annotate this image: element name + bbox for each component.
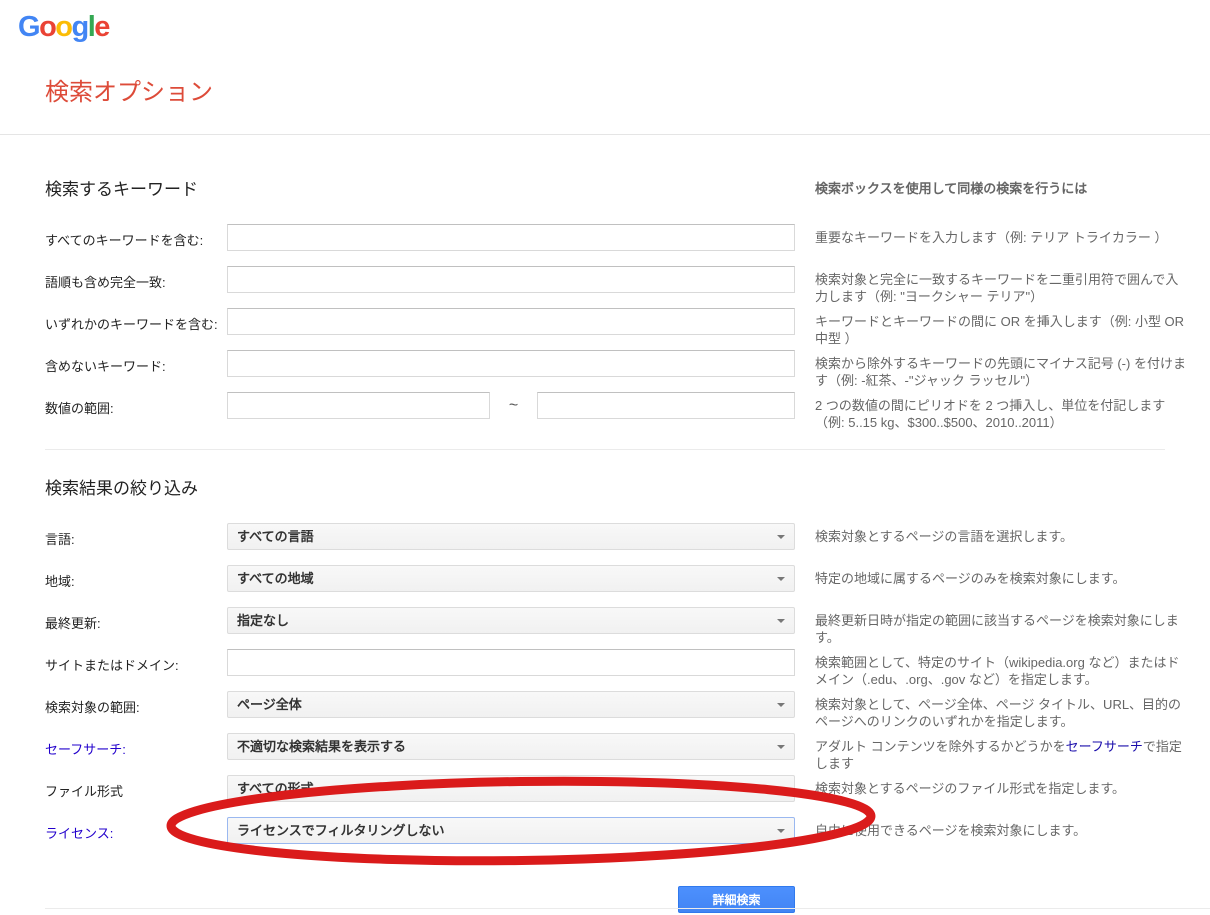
- logo-letter: o: [55, 11, 71, 43]
- field-label: いずれかのキーワードを含む:: [45, 308, 227, 333]
- row-all-keywords: すべてのキーワードを含む: 重要なキーワードを入力します（例: テリア トライカ…: [45, 224, 1210, 266]
- field-label: サイトまたはドメイン:: [45, 649, 227, 674]
- field-help: 検索範囲として、特定のサイト（wikipedia.org など）またはドメイン（…: [815, 649, 1187, 688]
- license-select[interactable]: ライセンスでフィルタリングしない: [227, 817, 795, 844]
- site-domain-input[interactable]: [227, 649, 795, 676]
- row-number-range: 数値の範囲: ~ 2 つの数値の間にピリオドを 2 つ挿入し、単位を付記します（…: [45, 392, 1210, 434]
- region-select[interactable]: すべての地域: [227, 565, 795, 592]
- safesearch-select-value: 不適切な検索結果を表示する: [237, 739, 406, 754]
- safesearch-help-link[interactable]: セーフサーチ: [1066, 739, 1143, 754]
- field-help: 検索対象とするページのファイル形式を指定します。: [815, 775, 1187, 797]
- language-select-value: すべての言語: [237, 529, 314, 544]
- chevron-down-icon: [777, 577, 785, 581]
- last-update-select-value: 指定なし: [237, 613, 289, 628]
- range-separator: ~: [490, 397, 537, 415]
- chevron-down-icon: [777, 535, 785, 539]
- chevron-down-icon: [777, 745, 785, 749]
- license-select-value: ライセンスでフィルタリングしない: [237, 823, 444, 838]
- logo-letter: G: [18, 11, 39, 43]
- logo-letter: e: [94, 11, 109, 43]
- field-help: 検索対象と完全に一致するキーワードを二重引用符で囲んで入力します（例: "ヨーク…: [815, 266, 1187, 305]
- search-scope-select-value: ページ全体: [237, 697, 302, 712]
- field-help: 自由に使用できるページを検索対象にします。: [815, 817, 1187, 839]
- row-license: ライセンス: ライセンスでフィルタリングしない 自由に使用できるページを検索対象…: [45, 817, 1210, 859]
- footer-divider: [45, 908, 1210, 909]
- section-title-refine: 検索結果の絞り込み: [45, 474, 815, 499]
- row-safesearch: セーフサーチ: 不適切な検索結果を表示する アダルト コンテンツを除外するかどう…: [45, 733, 1210, 775]
- file-format-select-value: すべての形式: [237, 781, 314, 796]
- field-label: ファイル形式: [45, 775, 227, 800]
- chevron-down-icon: [777, 787, 785, 791]
- page-header: Google 検索オプション: [0, 0, 1210, 135]
- search-scope-select[interactable]: ページ全体: [227, 691, 795, 718]
- field-help: 検索対象として、ページ全体、ページ タイトル、URL、目的のページへのリンクのい…: [815, 691, 1187, 730]
- row-last-update: 最終更新: 指定なし 最終更新日時が指定の範囲に該当するページを検索対象にします…: [45, 607, 1210, 649]
- header-divider: [0, 134, 1210, 135]
- number-range-high-input[interactable]: [537, 392, 795, 419]
- field-help: 最終更新日時が指定の範囲に該当するページを検索対象にします。: [815, 607, 1187, 646]
- safesearch-label-link[interactable]: セーフサーチ:: [45, 742, 126, 757]
- language-select[interactable]: すべての言語: [227, 523, 795, 550]
- region-select-value: すべての地域: [237, 571, 314, 586]
- row-region: 地域: すべての地域 特定の地域に属するページのみを検索対象にします。: [45, 565, 1210, 607]
- chevron-down-icon: [777, 703, 785, 707]
- safesearch-select[interactable]: 不適切な検索結果を表示する: [227, 733, 795, 760]
- none-keywords-input[interactable]: [227, 350, 795, 377]
- chevron-down-icon: [777, 829, 785, 833]
- help-text: アダルト コンテンツを除外するかどうかを: [815, 739, 1066, 754]
- file-format-select[interactable]: すべての形式: [227, 775, 795, 802]
- any-keywords-input[interactable]: [227, 308, 795, 335]
- section-divider: [45, 449, 1165, 450]
- google-logo: Google: [18, 10, 1210, 44]
- field-label: 地域:: [45, 565, 227, 590]
- field-label: 語順も含め完全一致:: [45, 266, 227, 291]
- row-none-keywords: 含めないキーワード: 検索から除外するキーワードの先頭にマイナス記号 (-) を…: [45, 350, 1210, 392]
- help-column-heading: 検索ボックスを使用して同様の検索を行うには: [815, 175, 1185, 197]
- field-help: キーワードとキーワードの間に OR を挿入します（例: 小型 OR 中型 ）: [815, 308, 1187, 347]
- field-label: 検索対象の範囲:: [45, 691, 227, 716]
- section-title-keywords: 検索するキーワード: [45, 175, 815, 200]
- logo-letter: o: [39, 11, 55, 43]
- row-exact-phrase: 語順も含め完全一致: 検索対象と完全に一致するキーワードを二重引用符で囲んで入力…: [45, 266, 1210, 308]
- logo-letter: g: [72, 11, 88, 43]
- row-search-scope: 検索対象の範囲: ページ全体 検索対象として、ページ全体、ページ タイトル、UR…: [45, 691, 1210, 733]
- field-label: 言語:: [45, 523, 227, 548]
- field-label: 含めないキーワード:: [45, 350, 227, 375]
- field-label: すべてのキーワードを含む:: [45, 224, 227, 249]
- chevron-down-icon: [777, 619, 785, 623]
- all-keywords-input[interactable]: [227, 224, 795, 251]
- page-title: 検索オプション: [45, 78, 1210, 108]
- field-label: 数値の範囲:: [45, 392, 227, 417]
- row-any-keywords: いずれかのキーワードを含む: キーワードとキーワードの間に OR を挿入します（…: [45, 308, 1210, 350]
- license-label-link[interactable]: ライセンス:: [45, 826, 113, 841]
- row-site-domain: サイトまたはドメイン: 検索範囲として、特定のサイト（wikipedia.org…: [45, 649, 1210, 691]
- field-help: 2 つの数値の間にピリオドを 2 つ挿入し、単位を付記します（例: 5..15 …: [815, 392, 1187, 431]
- field-help: 検索から除外するキーワードの先頭にマイナス記号 (-) を付けます（例: -紅茶…: [815, 350, 1187, 389]
- row-language: 言語: すべての言語 検索対象とするページの言語を選択します。: [45, 523, 1210, 565]
- exact-phrase-input[interactable]: [227, 266, 795, 293]
- field-help: 特定の地域に属するページのみを検索対象にします。: [815, 565, 1187, 587]
- field-help: 検索対象とするページの言語を選択します。: [815, 523, 1187, 545]
- field-help: アダルト コンテンツを除外するかどうかをセーフサーチで指定します: [815, 733, 1187, 772]
- row-file-format: ファイル形式 すべての形式 検索対象とするページのファイル形式を指定します。: [45, 775, 1210, 817]
- last-update-select[interactable]: 指定なし: [227, 607, 795, 634]
- field-label: 最終更新:: [45, 607, 227, 632]
- number-range-low-input[interactable]: [227, 392, 490, 419]
- field-help: 重要なキーワードを入力します（例: テリア トライカラー ）: [815, 224, 1187, 246]
